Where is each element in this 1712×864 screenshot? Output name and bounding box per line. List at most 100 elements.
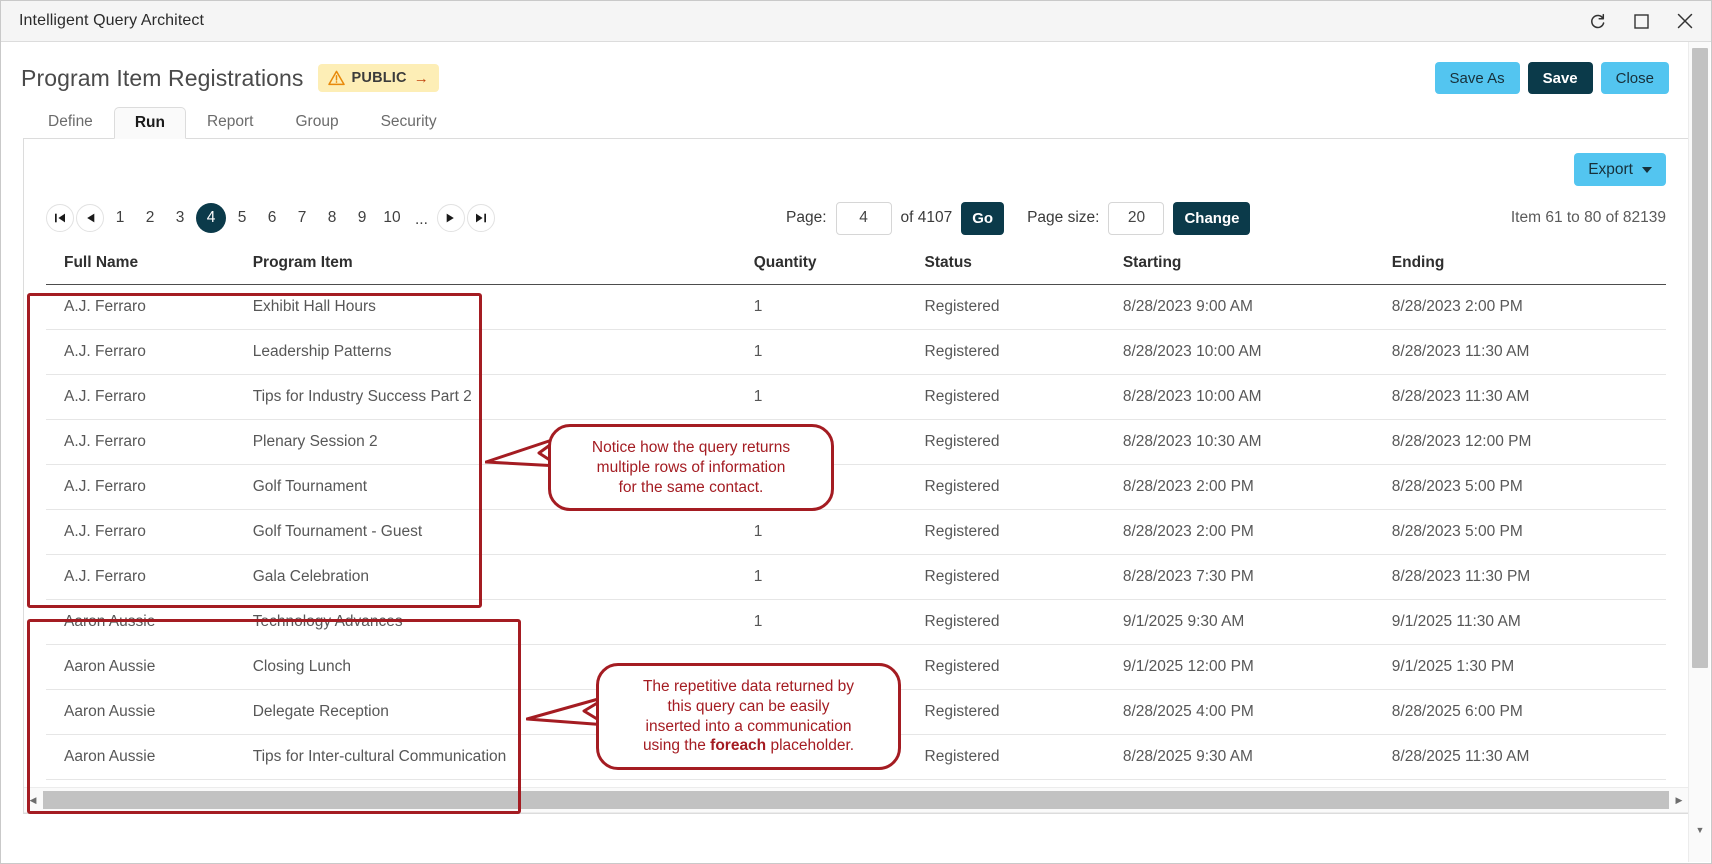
next-page-button[interactable] bbox=[436, 204, 465, 232]
page-size-input[interactable] bbox=[1108, 201, 1165, 235]
column-header-full-name[interactable]: Full Name bbox=[46, 248, 253, 285]
page-1-button[interactable]: 1 bbox=[106, 204, 134, 232]
cell-ending: 8/28/2023 2:00 PM bbox=[1391, 284, 1666, 330]
table-row[interactable]: A.J. Ferraro Leadership Patterns 1 Regis… bbox=[46, 329, 1666, 375]
table-body: A.J. Ferraro Exhibit Hall Hours 1 Regist… bbox=[46, 284, 1666, 780]
table-row[interactable]: Aaron Aussie Delegate Reception Register… bbox=[46, 689, 1666, 735]
vertical-scrollbar[interactable]: ▲ ▼ bbox=[1688, 42, 1710, 862]
tab-run[interactable]: Run bbox=[113, 106, 186, 139]
table-row[interactable]: Aaron Aussie Technology Advances 1 Regis… bbox=[46, 599, 1666, 645]
page-8-button[interactable]: 8 bbox=[318, 204, 346, 232]
page-9-button[interactable]: 9 bbox=[348, 204, 376, 232]
close-button[interactable]: Close bbox=[1600, 62, 1669, 94]
table-row[interactable]: A.J. Ferraro Exhibit Hall Hours 1 Regist… bbox=[46, 284, 1666, 330]
page-jump-controls: Page: of 4107 Go Page size: Change bbox=[786, 201, 1251, 235]
horizontal-scroll-thumb[interactable] bbox=[43, 791, 1669, 809]
page-ellipsis: ... bbox=[415, 211, 428, 228]
cell-program-item: Gala Celebration bbox=[252, 554, 754, 600]
page-5-button[interactable]: 5 bbox=[228, 204, 256, 232]
last-page-button[interactable] bbox=[466, 204, 495, 232]
table-row[interactable]: A.J. Ferraro Plenary Session 2 1 Registe… bbox=[46, 419, 1666, 465]
cell-quantity bbox=[753, 734, 925, 780]
cell-ending: 9/1/2025 1:30 PM bbox=[1391, 644, 1666, 690]
tab-define[interactable]: Define bbox=[27, 106, 114, 139]
close-icon[interactable] bbox=[1663, 1, 1707, 41]
chevron-down-icon bbox=[1642, 166, 1652, 173]
cell-status: Registered bbox=[924, 599, 1123, 645]
page-2-button[interactable]: 2 bbox=[136, 204, 164, 232]
warning-icon bbox=[327, 70, 345, 86]
tab-report[interactable]: Report bbox=[186, 106, 275, 139]
cell-full-name: A.J. Ferraro bbox=[46, 464, 253, 510]
page-10-button[interactable]: 10 bbox=[378, 204, 406, 232]
cell-quantity: 1 bbox=[753, 284, 925, 330]
item-count-label: Item 61 to 80 of 82139 bbox=[1510, 209, 1666, 226]
status-badge-label: PUBLIC bbox=[351, 70, 407, 86]
vertical-scroll-thumb[interactable] bbox=[1692, 48, 1708, 668]
table-row[interactable]: A.J. Ferraro Tips for Industry Success P… bbox=[46, 374, 1666, 420]
cell-program-item: Tips for Industry Success Part 2 bbox=[252, 374, 754, 420]
cell-starting: 8/28/2023 9:00 AM bbox=[1122, 284, 1392, 330]
cell-full-name: A.J. Ferraro bbox=[46, 509, 253, 555]
column-header-status[interactable]: Status bbox=[924, 248, 1123, 285]
go-button[interactable]: Go bbox=[961, 201, 1005, 235]
save-as-button[interactable]: Save As bbox=[1434, 62, 1520, 94]
export-button[interactable]: Export bbox=[1574, 153, 1666, 186]
horizontal-scrollbar[interactable]: ◀ ▶ bbox=[24, 787, 1688, 813]
cell-program-item: Exhibit Hall Hours bbox=[252, 284, 754, 330]
arrow-right-icon: → bbox=[413, 69, 429, 87]
cell-starting: 9/1/2025 9:30 AM bbox=[1122, 599, 1392, 645]
scroll-right-icon[interactable]: ▶ bbox=[1670, 788, 1688, 812]
table-row[interactable]: A.J. Ferraro Golf Tournament - Guest 1 R… bbox=[46, 509, 1666, 555]
column-header-program-item[interactable]: Program Item bbox=[252, 248, 754, 285]
cell-quantity: 1 bbox=[753, 419, 925, 465]
page-4-button[interactable]: 4 bbox=[196, 203, 226, 233]
table-row[interactable]: Aaron Aussie Closing Lunch Registered 9/… bbox=[46, 644, 1666, 690]
cell-quantity: 1 bbox=[753, 329, 925, 375]
header-actions: Save As Save Close bbox=[1434, 62, 1691, 94]
column-header-starting[interactable]: Starting bbox=[1122, 248, 1392, 285]
change-button[interactable]: Change bbox=[1173, 201, 1251, 235]
page-label: Page: bbox=[786, 209, 827, 226]
cell-starting: 8/28/2023 7:30 PM bbox=[1122, 554, 1392, 600]
cell-starting: 9/1/2025 12:00 PM bbox=[1122, 644, 1392, 690]
prev-page-button[interactable] bbox=[76, 204, 104, 232]
cell-status: Registered bbox=[924, 644, 1123, 690]
table-row[interactable]: A.J. Ferraro Golf Tournament 1 Registere… bbox=[46, 464, 1666, 510]
scroll-left-icon[interactable]: ◀ bbox=[24, 788, 42, 812]
scroll-down-icon[interactable]: ▼ bbox=[1689, 820, 1711, 840]
save-button[interactable]: Save bbox=[1527, 62, 1593, 94]
tab-security[interactable]: Security bbox=[360, 106, 458, 139]
status-badge[interactable]: PUBLIC → bbox=[317, 64, 439, 92]
cell-starting: 8/28/2023 10:00 AM bbox=[1122, 374, 1392, 420]
cell-status: Registered bbox=[924, 374, 1123, 420]
table-row[interactable]: Aaron Aussie Tips for Inter-cultural Com… bbox=[46, 734, 1666, 780]
cell-full-name: Aaron Aussie bbox=[46, 599, 253, 645]
refresh-icon[interactable] bbox=[1575, 1, 1619, 41]
page-input[interactable] bbox=[835, 201, 892, 235]
cell-full-name: A.J. Ferraro bbox=[46, 374, 253, 420]
cell-status: Registered bbox=[924, 284, 1123, 330]
cell-program-item: Plenary Session 2 bbox=[252, 419, 754, 465]
column-header-ending[interactable]: Ending bbox=[1391, 248, 1666, 285]
cell-ending: 8/28/2023 11:30 AM bbox=[1391, 329, 1666, 375]
page-header: Program Item Registrations PUBLIC → Save… bbox=[1, 42, 1711, 100]
cell-status: Registered bbox=[924, 734, 1123, 780]
page-number-list: 1 2 3 4 5 6 7 8 9 10 ... bbox=[46, 203, 495, 233]
page-3-button[interactable]: 3 bbox=[166, 204, 194, 232]
table-row[interactable]: A.J. Ferraro Gala Celebration 1 Register… bbox=[46, 554, 1666, 600]
tab-group[interactable]: Group bbox=[274, 106, 359, 139]
cell-full-name: A.J. Ferraro bbox=[46, 284, 253, 330]
tab-bar: Define Run Report Group Security bbox=[1, 100, 1711, 139]
cell-full-name: A.J. Ferraro bbox=[46, 554, 253, 600]
page-6-button[interactable]: 6 bbox=[258, 204, 286, 232]
first-page-button[interactable] bbox=[46, 204, 74, 232]
page-7-button[interactable]: 7 bbox=[288, 204, 316, 232]
cell-quantity: 1 bbox=[753, 374, 925, 420]
cell-full-name: Aaron Aussie bbox=[46, 644, 253, 690]
cell-program-item: Delegate Reception bbox=[252, 689, 754, 735]
cell-starting: 8/28/2025 4:00 PM bbox=[1122, 689, 1392, 735]
column-header-quantity[interactable]: Quantity bbox=[753, 248, 925, 285]
maximize-icon[interactable] bbox=[1619, 1, 1663, 41]
cell-ending: 8/28/2025 11:30 AM bbox=[1391, 734, 1666, 780]
